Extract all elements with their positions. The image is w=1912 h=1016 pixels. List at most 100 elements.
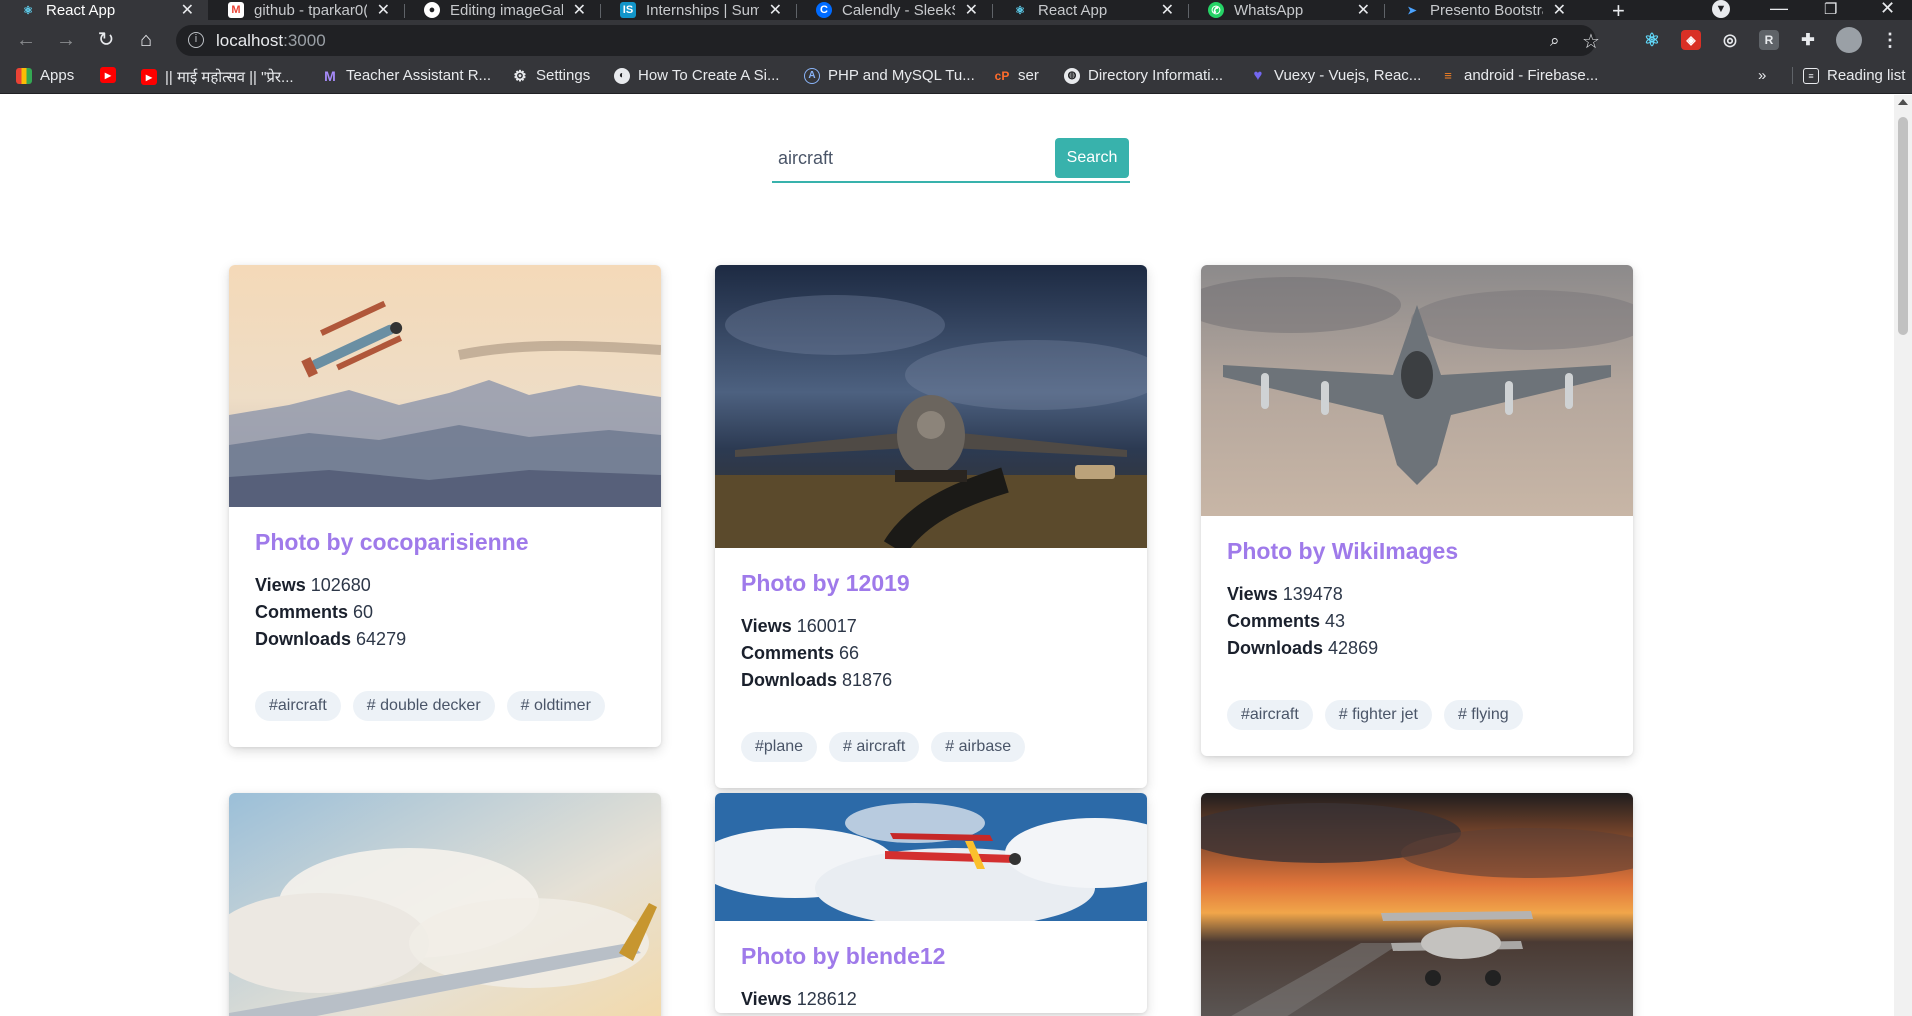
page-scrollbar[interactable] xyxy=(1894,95,1912,1016)
downloads-value: 81876 xyxy=(842,670,893,690)
tag[interactable]: #aircraft xyxy=(1227,700,1313,730)
comments-value: 43 xyxy=(1325,611,1346,631)
search-button[interactable]: Search xyxy=(1055,138,1129,178)
bookmark-vuexy[interactable]: ♥ Vuexy - Vuejs, Reac... xyxy=(1250,67,1422,84)
scrollbar-thumb[interactable] xyxy=(1898,117,1908,335)
tag[interactable]: #aircraft xyxy=(255,691,341,721)
card-image-fighter-jet[interactable] xyxy=(1201,265,1633,516)
zoom-icon[interactable]: ⌕ xyxy=(1550,31,1560,51)
tab-search-chevron-icon[interactable]: ▼ xyxy=(1712,0,1730,18)
bookmarks-overflow-button[interactable]: » xyxy=(1758,67,1766,84)
url-text[interactable]: localhost:3000 xyxy=(216,31,326,51)
close-icon[interactable]: ✕ xyxy=(377,0,390,20)
bookmark-mahotsav[interactable]: ▶ || माई महोत्सव || "प्रेर... xyxy=(141,67,294,87)
address-bar[interactable]: i localhost:3000 ⌕ ☆ xyxy=(176,25,1600,56)
extensions-puzzle-icon[interactable]: ✚ xyxy=(1798,30,1818,50)
bookmark-settings[interactable]: ⚙ Settings xyxy=(512,67,590,85)
card-image-wing-clouds[interactable] xyxy=(229,793,661,1016)
forward-arrow-icon[interactable]: → xyxy=(54,28,78,52)
comments-value: 66 xyxy=(839,643,860,663)
tab-github[interactable]: ● Editing imageGalle ✕ xyxy=(404,0,600,20)
extension-red-icon[interactable]: ◈ xyxy=(1681,30,1701,50)
tab-title: Presento Bootstra xyxy=(1430,1,1543,19)
reading-list-button[interactable]: ≡ Reading list xyxy=(1792,67,1905,84)
bookmark-star-icon[interactable]: ☆ xyxy=(1582,29,1600,54)
scroll-up-arrow-icon[interactable] xyxy=(1898,99,1908,105)
bookmark-ser[interactable]: cP ser xyxy=(994,67,1039,84)
menu-kebab-icon[interactable]: ⋮ xyxy=(1880,30,1900,50)
tag[interactable]: # flying xyxy=(1443,700,1523,730)
tab-presento[interactable]: ➤ Presento Bootstra ✕ xyxy=(1384,0,1580,20)
views-stat: Views 128612 xyxy=(741,986,1121,1013)
tab-title: Internships | Sum xyxy=(646,1,759,19)
tag[interactable]: # double decker xyxy=(352,691,495,721)
tab-react-app-2[interactable]: ⚛ React App ✕ xyxy=(992,0,1188,20)
tab-strip: ⚛ React App ✕ M github - tparkar0( ✕ ● E… xyxy=(0,0,1912,23)
close-icon[interactable]: ✕ xyxy=(769,0,782,20)
site-info-icon[interactable]: i xyxy=(188,32,204,48)
card-image-biplane-mountains[interactable] xyxy=(229,265,661,507)
calendly-icon: C xyxy=(816,2,832,18)
comments-stat: Comments 43 xyxy=(1227,608,1607,635)
card-title[interactable]: Photo by 12019 xyxy=(741,570,1121,597)
card-title[interactable]: Photo by cocoparisienne xyxy=(255,529,635,556)
tab-react-app[interactable]: ⚛ React App ✕ xyxy=(0,0,208,20)
bookmark-directory-information[interactable]: ◍ Directory Informati... xyxy=(1064,67,1223,84)
bookmarks-bar: Apps ▶ ▶ || माई महोत्सव || "प्रेर... M T… xyxy=(0,60,1912,94)
tag[interactable]: # oldtimer xyxy=(506,691,605,721)
browser-toolbar: ← → ↻ ⌂ i localhost:3000 ⌕ ☆ xyxy=(0,20,1912,60)
react-icon: ⚛ xyxy=(1015,4,1025,17)
bookmark-how-to-create[interactable]: ◐ How To Create A Si... xyxy=(614,67,779,84)
tab-title: WhatsApp xyxy=(1234,1,1304,19)
image-card: Photo by blende12 Views 128612 xyxy=(715,793,1147,1013)
close-icon[interactable]: ✕ xyxy=(965,0,978,20)
card-title[interactable]: Photo by blende12 xyxy=(741,943,1121,970)
bookmark-youtube[interactable]: ▶ xyxy=(100,67,116,83)
back-arrow-icon[interactable]: ← xyxy=(14,28,38,52)
restore-icon[interactable]: ❐ xyxy=(1824,0,1837,18)
reload-icon[interactable]: ↻ xyxy=(94,28,118,52)
tab-whatsapp[interactable]: ✆ WhatsApp ✕ xyxy=(1188,0,1384,20)
home-icon[interactable]: ⌂ xyxy=(134,28,158,52)
bookmark-android-firebase[interactable]: ≡ android - Firebase... xyxy=(1440,67,1598,84)
bookmark-label: || माई महोत्सव || "प्रेर... xyxy=(165,69,294,86)
tag[interactable]: # airbase xyxy=(931,732,1026,762)
bookmark-label: android - Firebase... xyxy=(1464,67,1599,84)
tab-calendly[interactable]: C Calendly - SleekSl ✕ xyxy=(796,0,992,20)
bookmark-apps[interactable]: Apps xyxy=(16,67,74,84)
card-image-red-plane[interactable] xyxy=(715,793,1147,921)
bookmark-teacher-assistant[interactable]: M Teacher Assistant R... xyxy=(322,67,491,84)
close-icon[interactable]: ✕ xyxy=(573,0,586,20)
close-icon[interactable]: ✕ xyxy=(1161,0,1174,20)
card-image-biplane-sunset[interactable] xyxy=(1201,793,1633,1016)
comments-label: Comments xyxy=(741,643,835,663)
whatsapp-icon: ✆ xyxy=(1208,2,1224,18)
tag-list: #aircraft # fighter jet # flying xyxy=(1227,700,1607,756)
react-devtools-icon[interactable]: ⚛ xyxy=(1642,30,1662,50)
tag[interactable]: # aircraft xyxy=(829,732,920,762)
minimize-icon[interactable]: — xyxy=(1770,0,1788,19)
bookmark-label: PHP and MySQL Tu... xyxy=(828,67,975,84)
window-close-icon[interactable]: ✕ xyxy=(1880,0,1895,19)
tab-gmail[interactable]: M github - tparkar0( ✕ xyxy=(208,0,404,20)
gear-icon: ⚙ xyxy=(513,67,527,85)
page-content: Search xyxy=(0,95,1894,1016)
tag[interactable]: # fighter jet xyxy=(1324,700,1432,730)
bookmark-php-mysql[interactable]: A PHP and MySQL Tu... xyxy=(804,67,975,84)
tag-list: #plane # aircraft # airbase xyxy=(741,732,1121,788)
views-value: 160017 xyxy=(796,616,857,636)
close-icon[interactable]: ✕ xyxy=(1553,0,1566,20)
profile-avatar[interactable] xyxy=(1836,27,1862,53)
extension-target-icon[interactable]: ◎ xyxy=(1720,30,1740,50)
close-icon[interactable]: ✕ xyxy=(1357,0,1370,20)
card-title[interactable]: Photo by WikiImages xyxy=(1227,538,1607,565)
extension-r-icon[interactable]: R xyxy=(1759,30,1779,50)
views-stat: Views 102680 xyxy=(255,572,635,599)
close-icon[interactable]: ✕ xyxy=(181,0,194,20)
vuexy-icon: ♥ xyxy=(1253,67,1263,84)
tag[interactable]: #plane xyxy=(741,732,818,762)
presento-icon: ➤ xyxy=(1407,4,1417,17)
card-image-cargo-plane[interactable] xyxy=(715,265,1147,548)
search-input[interactable] xyxy=(772,138,1052,178)
tab-internshala[interactable]: IS Internships | Sum ✕ xyxy=(600,0,796,20)
